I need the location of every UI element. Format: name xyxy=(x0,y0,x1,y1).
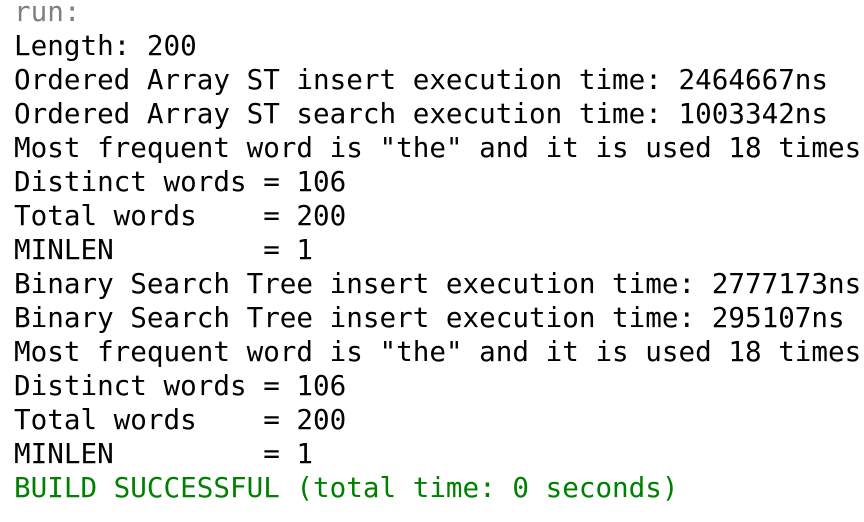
output-line-total-words-2: Total words = 200 xyxy=(14,403,347,436)
build-status: BUILD SUCCESSFUL (total time: 0 seconds) xyxy=(14,471,679,504)
output-console: run: Length: 200 Ordered Array ST insert… xyxy=(14,0,864,505)
output-line-most-frequent-word: Most frequent word is "the" and it is us… xyxy=(14,131,862,164)
output-line-minlen: MINLEN = 1 xyxy=(14,233,314,266)
output-line-distinct-words: Distinct words = 106 xyxy=(14,165,347,198)
output-line-bst-insert-time: Binary Search Tree insert execution time… xyxy=(14,267,862,300)
output-line-most-frequent-word-2: Most frequent word is "the" and it is us… xyxy=(14,335,862,368)
output-line-length: Length: 200 xyxy=(14,29,197,62)
output-line-total-words: Total words = 200 xyxy=(14,199,347,232)
output-line-ordered-insert-time: Ordered Array ST insert execution time: … xyxy=(14,63,829,96)
output-line-ordered-search-time: Ordered Array ST search execution time: … xyxy=(14,97,829,130)
output-line-distinct-words-2: Distinct words = 106 xyxy=(14,369,347,402)
output-line-bst-insert-time-2: Binary Search Tree insert execution time… xyxy=(14,301,845,334)
run-header: run: xyxy=(14,0,81,28)
output-line-minlen-2: MINLEN = 1 xyxy=(14,437,314,470)
